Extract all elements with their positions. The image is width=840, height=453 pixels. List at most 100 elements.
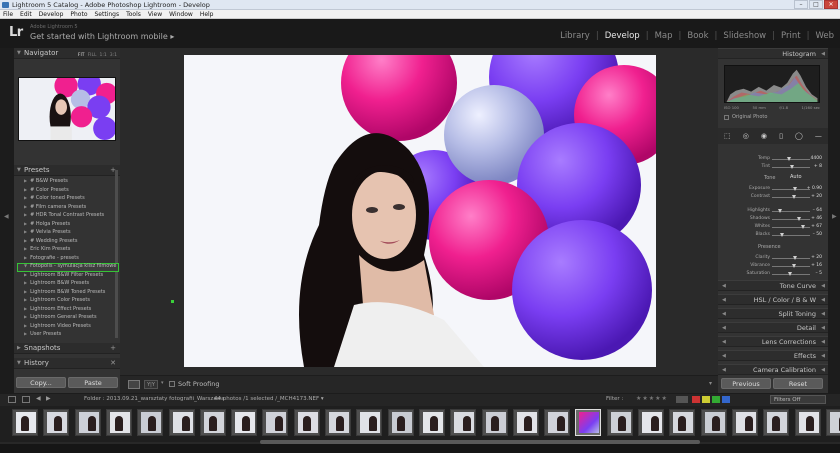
- slider-clarity[interactable]: Clarity + 20: [718, 255, 828, 262]
- preset-folder[interactable]: ▶ # Holga Presets: [24, 221, 70, 227]
- slider-value[interactable]: + 0.90: [807, 186, 822, 191]
- panel-header-5[interactable]: ◀ Effects ◀: [718, 350, 828, 361]
- slider-shadows[interactable]: Shadows + 46: [718, 216, 828, 223]
- slider-whites[interactable]: Whites + 67: [718, 224, 828, 231]
- filmstrip-thumbnail[interactable]: [293, 409, 320, 436]
- filmstrip-thumbnail[interactable]: [43, 409, 70, 436]
- filmstrip-thumbnail[interactable]: [669, 409, 696, 436]
- slider-knob[interactable]: [787, 157, 792, 161]
- slider-track[interactable]: [772, 258, 810, 259]
- color-filter-yellow[interactable]: [702, 396, 710, 403]
- preset-folder[interactable]: ▶ Lightroom Effect Presets: [24, 306, 91, 312]
- preset-folder[interactable]: ▶ Lightroom B&W Toned Presets: [24, 289, 105, 295]
- loupe-view-icon[interactable]: [128, 380, 140, 389]
- filmstrip-thumbnail[interactable]: [418, 409, 445, 436]
- preset-folder[interactable]: ▼ Fotopolis - symulacja klisz filmowe: [24, 263, 116, 269]
- filmstrip-thumbnail[interactable]: [763, 409, 790, 436]
- secondary-window-icon[interactable]: [8, 396, 16, 403]
- slider-track[interactable]: [772, 189, 810, 190]
- preset-folder[interactable]: ▶ # Color toned Presets: [24, 195, 85, 201]
- slider-knob[interactable]: [792, 195, 797, 199]
- left-panel-edge[interactable]: ◀: [0, 48, 14, 393]
- history-header[interactable]: ▼ History ✕: [14, 358, 120, 369]
- red-eye-icon[interactable]: ◉: [761, 132, 767, 140]
- minimize-button[interactable]: –: [794, 0, 808, 9]
- menu-edit[interactable]: Edit: [20, 10, 32, 18]
- zoom-fit[interactable]: FIT: [78, 50, 85, 61]
- slider-track[interactable]: [772, 219, 810, 220]
- preset-folder[interactable]: ▶ Lightroom General Presets: [24, 314, 97, 320]
- navigator-header[interactable]: ▼ Navigator FIT FILL 1:1 3:1: [14, 48, 120, 59]
- filmstrip-thumbnail[interactable]: [606, 409, 633, 436]
- slider-highlights[interactable]: Highlights – 64: [718, 208, 828, 215]
- menu-help[interactable]: Help: [200, 10, 214, 18]
- menu-develop[interactable]: Develop: [39, 10, 64, 18]
- slider-knob[interactable]: [801, 225, 806, 229]
- rating-filter-stars[interactable]: ★★★★★: [636, 395, 668, 402]
- panel-header-4[interactable]: ◀ Lens Corrections ◀: [718, 336, 828, 347]
- before-after-dropdown-icon[interactable]: ▾: [161, 380, 164, 386]
- slider-value[interactable]: + 16: [811, 263, 822, 268]
- filmstrip-thumbnail[interactable]: [575, 409, 602, 436]
- clear-history-icon[interactable]: ✕: [110, 358, 116, 369]
- toolbar-menu-icon[interactable]: ▾: [709, 380, 712, 387]
- close-button[interactable]: ✕: [824, 0, 838, 9]
- color-filter-green[interactable]: [712, 396, 720, 403]
- slider-knob[interactable]: [777, 209, 782, 213]
- adjustment-brush-icon[interactable]: —: [815, 132, 822, 140]
- filmstrip-thumbnail[interactable]: [825, 409, 840, 436]
- module-map[interactable]: Map: [655, 31, 673, 41]
- maximize-button[interactable]: □: [809, 0, 823, 9]
- navigator-thumbnail[interactable]: [18, 77, 116, 141]
- filmstrip-thumbnail[interactable]: [387, 409, 414, 436]
- module-print[interactable]: Print: [781, 31, 801, 41]
- slider-value[interactable]: 4400: [811, 156, 822, 161]
- forward-arrow-icon[interactable]: ▶: [46, 395, 51, 402]
- module-slideshow[interactable]: Slideshow: [723, 31, 766, 41]
- preset-folder[interactable]: ▶ Lightroom Color Presets: [24, 297, 90, 303]
- develop-photo[interactable]: [184, 55, 656, 367]
- preset-folder[interactable]: ▶ # Color Presets: [24, 187, 69, 193]
- before-after-icon[interactable]: Y|Y: [144, 380, 158, 389]
- filmstrip-thumbnail[interactable]: [168, 409, 195, 436]
- filmstrip-thumbnail[interactable]: [481, 409, 508, 436]
- filmstrip-thumbnail[interactable]: [794, 409, 821, 436]
- filmstrip-thumbnail[interactable]: [544, 409, 571, 436]
- preset-folder[interactable]: ▶ # Wedding Presets: [24, 238, 77, 244]
- slider-value[interactable]: + 8: [814, 164, 822, 169]
- photo-count[interactable]: 44 photos /1 selected /_MCH4173.NEF ▾: [214, 396, 324, 402]
- preset-folder[interactable]: ▶ # Film camera Presets: [24, 204, 86, 210]
- slider-blacks[interactable]: Blacks – 50: [718, 232, 828, 239]
- soft-proofing-checkbox[interactable]: [169, 381, 175, 387]
- slider-knob[interactable]: [789, 165, 794, 169]
- filmstrip-thumbnail[interactable]: [12, 409, 38, 436]
- preset-folder[interactable]: ▶ # B&W Presets: [24, 178, 68, 184]
- color-filter-red[interactable]: [692, 396, 700, 403]
- filmstrip-thumbnail[interactable]: [450, 409, 477, 436]
- slider-value[interactable]: + 46: [811, 216, 822, 221]
- slider-knob[interactable]: [779, 233, 784, 237]
- slider-knob[interactable]: [792, 256, 797, 260]
- previous-button[interactable]: Previous: [721, 378, 771, 389]
- radial-filter-icon[interactable]: ◯: [795, 132, 803, 140]
- slider-value[interactable]: + 67: [811, 224, 822, 229]
- crop-overlay-icon[interactable]: ⬚: [724, 132, 731, 140]
- slider-exposure[interactable]: Exposure + 0.90: [718, 186, 828, 193]
- slider-knob[interactable]: [788, 272, 793, 276]
- panel-header-3[interactable]: ◀ Detail ◀: [718, 322, 828, 333]
- left-collapse-arrow-icon[interactable]: ◀: [4, 213, 9, 220]
- filmstrip-thumbnail[interactable]: [231, 409, 258, 436]
- filmstrip-thumbnail[interactable]: [105, 409, 132, 436]
- add-snapshot-icon[interactable]: +: [110, 343, 116, 354]
- right-collapse-arrow-icon[interactable]: ▶: [832, 213, 837, 220]
- back-arrow-icon[interactable]: ◀: [36, 395, 41, 402]
- slider-value[interactable]: + 20: [811, 194, 822, 199]
- folder-path[interactable]: Folder : 2013.09.21_warsztaty fotografii…: [84, 396, 225, 402]
- filmstrip-thumbnail[interactable]: [638, 409, 664, 436]
- zoom-1-1[interactable]: 1:1: [100, 50, 107, 61]
- presets-scrollbar[interactable]: [115, 170, 118, 338]
- panel-header-0[interactable]: ◀ Tone Curve ◀: [718, 280, 828, 291]
- histogram-graph[interactable]: [724, 65, 820, 103]
- filmstrip-thumbnail[interactable]: [262, 409, 289, 436]
- filmstrip-thumbnail[interactable]: [512, 409, 539, 436]
